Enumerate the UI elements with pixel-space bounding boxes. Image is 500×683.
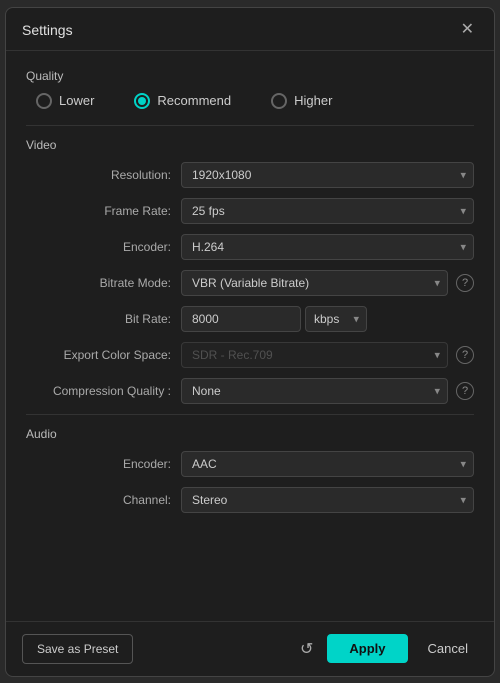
save-preset-button[interactable]: Save as Preset: [22, 634, 133, 664]
resolution-select-wrapper: 1920x1080 1280x720 3840x2160 ▾: [181, 162, 474, 188]
divider-video-audio: [26, 414, 474, 415]
encoder-label: Encoder:: [26, 240, 181, 254]
audio-channel-label: Channel:: [26, 493, 181, 507]
video-section-label: Video: [26, 138, 474, 152]
settings-content: Quality Lower Recommend Higher Video Res…: [6, 51, 494, 621]
reset-button[interactable]: ↺: [296, 635, 317, 663]
compression-quality-select-wrapper: None Low Medium High ▾: [181, 378, 448, 404]
bit-rate-input[interactable]: [181, 306, 301, 332]
radio-recommend: [134, 93, 150, 109]
radio-higher: [271, 93, 287, 109]
audio-channel-select[interactable]: Stereo Mono 5.1: [181, 487, 474, 513]
apply-button[interactable]: Apply: [327, 634, 407, 663]
audio-section-label: Audio: [26, 427, 474, 441]
bitrate-mode-label: Bitrate Mode:: [26, 276, 181, 290]
cancel-button[interactable]: Cancel: [418, 634, 478, 663]
quality-section-label: Quality: [26, 69, 474, 83]
divider-quality-video: [26, 125, 474, 126]
audio-channel-row: Channel: Stereo Mono 5.1 ▾: [26, 487, 474, 513]
audio-encoder-label: Encoder:: [26, 457, 181, 471]
compression-quality-row: Compression Quality : None Low Medium Hi…: [26, 378, 474, 404]
bitrate-mode-row: Bitrate Mode: VBR (Variable Bitrate) CBR…: [26, 270, 474, 296]
export-color-space-row: Export Color Space: SDR - Rec.709 ▾ ?: [26, 342, 474, 368]
radio-lower: [36, 93, 52, 109]
frame-rate-select[interactable]: 25 fps 30 fps 60 fps 24 fps: [181, 198, 474, 224]
frame-rate-row: Frame Rate: 25 fps 30 fps 60 fps 24 fps …: [26, 198, 474, 224]
export-color-space-select[interactable]: SDR - Rec.709: [181, 342, 448, 368]
encoder-select[interactable]: H.264 H.265 ProRes: [181, 234, 474, 260]
dialog-footer: Save as Preset ↺ Apply Cancel: [6, 621, 494, 676]
resolution-label: Resolution:: [26, 168, 181, 182]
quality-options-row: Lower Recommend Higher: [26, 93, 474, 109]
resolution-row: Resolution: 1920x1080 1280x720 3840x2160…: [26, 162, 474, 188]
bitrate-mode-help-icon[interactable]: ?: [456, 274, 474, 292]
compression-quality-select[interactable]: None Low Medium High: [181, 378, 448, 404]
bitrate-unit-select[interactable]: kbps Mbps: [305, 306, 367, 332]
audio-channel-select-wrapper: Stereo Mono 5.1 ▾: [181, 487, 474, 513]
quality-recommend-label: Recommend: [157, 93, 231, 108]
export-color-space-label: Export Color Space:: [26, 348, 181, 362]
quality-option-higher[interactable]: Higher: [271, 93, 332, 109]
footer-right: ↺ Apply Cancel: [296, 634, 478, 663]
frame-rate-label: Frame Rate:: [26, 204, 181, 218]
quality-option-lower[interactable]: Lower: [36, 93, 94, 109]
compression-quality-help-icon[interactable]: ?: [456, 382, 474, 400]
bit-rate-label: Bit Rate:: [26, 312, 181, 326]
resolution-select[interactable]: 1920x1080 1280x720 3840x2160: [181, 162, 474, 188]
bitrate-mode-select-wrapper: VBR (Variable Bitrate) CBR (Constant Bit…: [181, 270, 448, 296]
encoder-select-wrapper: H.264 H.265 ProRes ▾: [181, 234, 474, 260]
bitrate-mode-select[interactable]: VBR (Variable Bitrate) CBR (Constant Bit…: [181, 270, 448, 296]
bitrate-unit-wrapper: kbps Mbps ▾: [305, 306, 367, 332]
settings-dialog: Settings ✕ Quality Lower Recommend Highe…: [5, 7, 495, 677]
title-bar: Settings ✕: [6, 8, 494, 51]
quality-higher-label: Higher: [294, 93, 332, 108]
frame-rate-select-wrapper: 25 fps 30 fps 60 fps 24 fps ▾: [181, 198, 474, 224]
quality-lower-label: Lower: [59, 93, 94, 108]
encoder-row: Encoder: H.264 H.265 ProRes ▾: [26, 234, 474, 260]
audio-encoder-select-wrapper: AAC MP3 PCM ▾: [181, 451, 474, 477]
audio-encoder-row: Encoder: AAC MP3 PCM ▾: [26, 451, 474, 477]
audio-encoder-select[interactable]: AAC MP3 PCM: [181, 451, 474, 477]
bit-rate-row: Bit Rate: kbps Mbps ▾: [26, 306, 474, 332]
export-color-space-help-icon[interactable]: ?: [456, 346, 474, 364]
compression-quality-label: Compression Quality :: [26, 384, 181, 398]
close-button[interactable]: ✕: [457, 20, 478, 40]
export-color-space-select-wrapper: SDR - Rec.709 ▾: [181, 342, 448, 368]
dialog-title: Settings: [22, 22, 73, 38]
quality-option-recommend[interactable]: Recommend: [134, 93, 231, 109]
